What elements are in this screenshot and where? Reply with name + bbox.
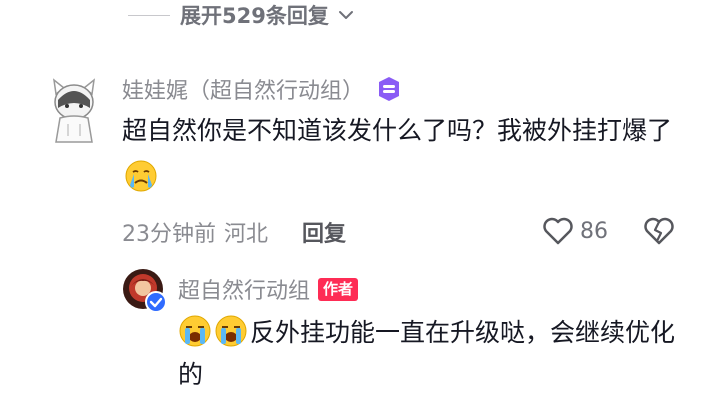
badge-icon	[379, 77, 400, 101]
comment-username[interactable]: 娃娃娓（超自然行动组）	[122, 73, 364, 105]
author-badge: 作者	[318, 277, 359, 301]
loudly-crying-face-icon	[215, 315, 247, 347]
expand-replies-label: 展开529条回复	[180, 4, 329, 28]
comment-meta: 23分钟前 河北 回复	[122, 212, 346, 252]
loudly-crying-face-icon	[179, 315, 211, 347]
comment-body: 超自然你是不知道该发什么了吗？我被外挂打爆了	[122, 108, 692, 200]
comment-text: 超自然你是不知道该发什么了吗？我被外挂打爆了	[122, 116, 673, 145]
comment-location: 河北	[224, 222, 269, 247]
author-avatar[interactable]	[122, 268, 168, 314]
verified-icon	[145, 291, 167, 313]
reply-text: 反外挂功能一直在升级哒，会继续优化的	[178, 318, 676, 389]
reply-user-row: 超自然行动组 作者	[178, 272, 359, 306]
comment-user-row: 娃娃娓（超自然行动组）	[122, 72, 402, 106]
divider-line	[128, 14, 170, 16]
expand-replies-button[interactable]: 展开529条回复	[128, 0, 355, 30]
heart-icon	[543, 217, 573, 245]
like-count: 86	[580, 218, 608, 244]
comment-time: 23分钟前	[122, 222, 216, 247]
reply-button[interactable]: 回复	[302, 216, 346, 248]
chevron-down-icon	[338, 11, 353, 19]
crying-face-icon	[125, 160, 157, 192]
reply-body: 反外挂功能一直在升级哒，会继续优化的	[178, 312, 678, 396]
dislike-button[interactable]	[642, 214, 676, 248]
avatar[interactable]	[46, 74, 102, 144]
reply-username[interactable]: 超自然行动组	[178, 273, 310, 305]
like-button[interactable]: 86	[542, 214, 608, 248]
